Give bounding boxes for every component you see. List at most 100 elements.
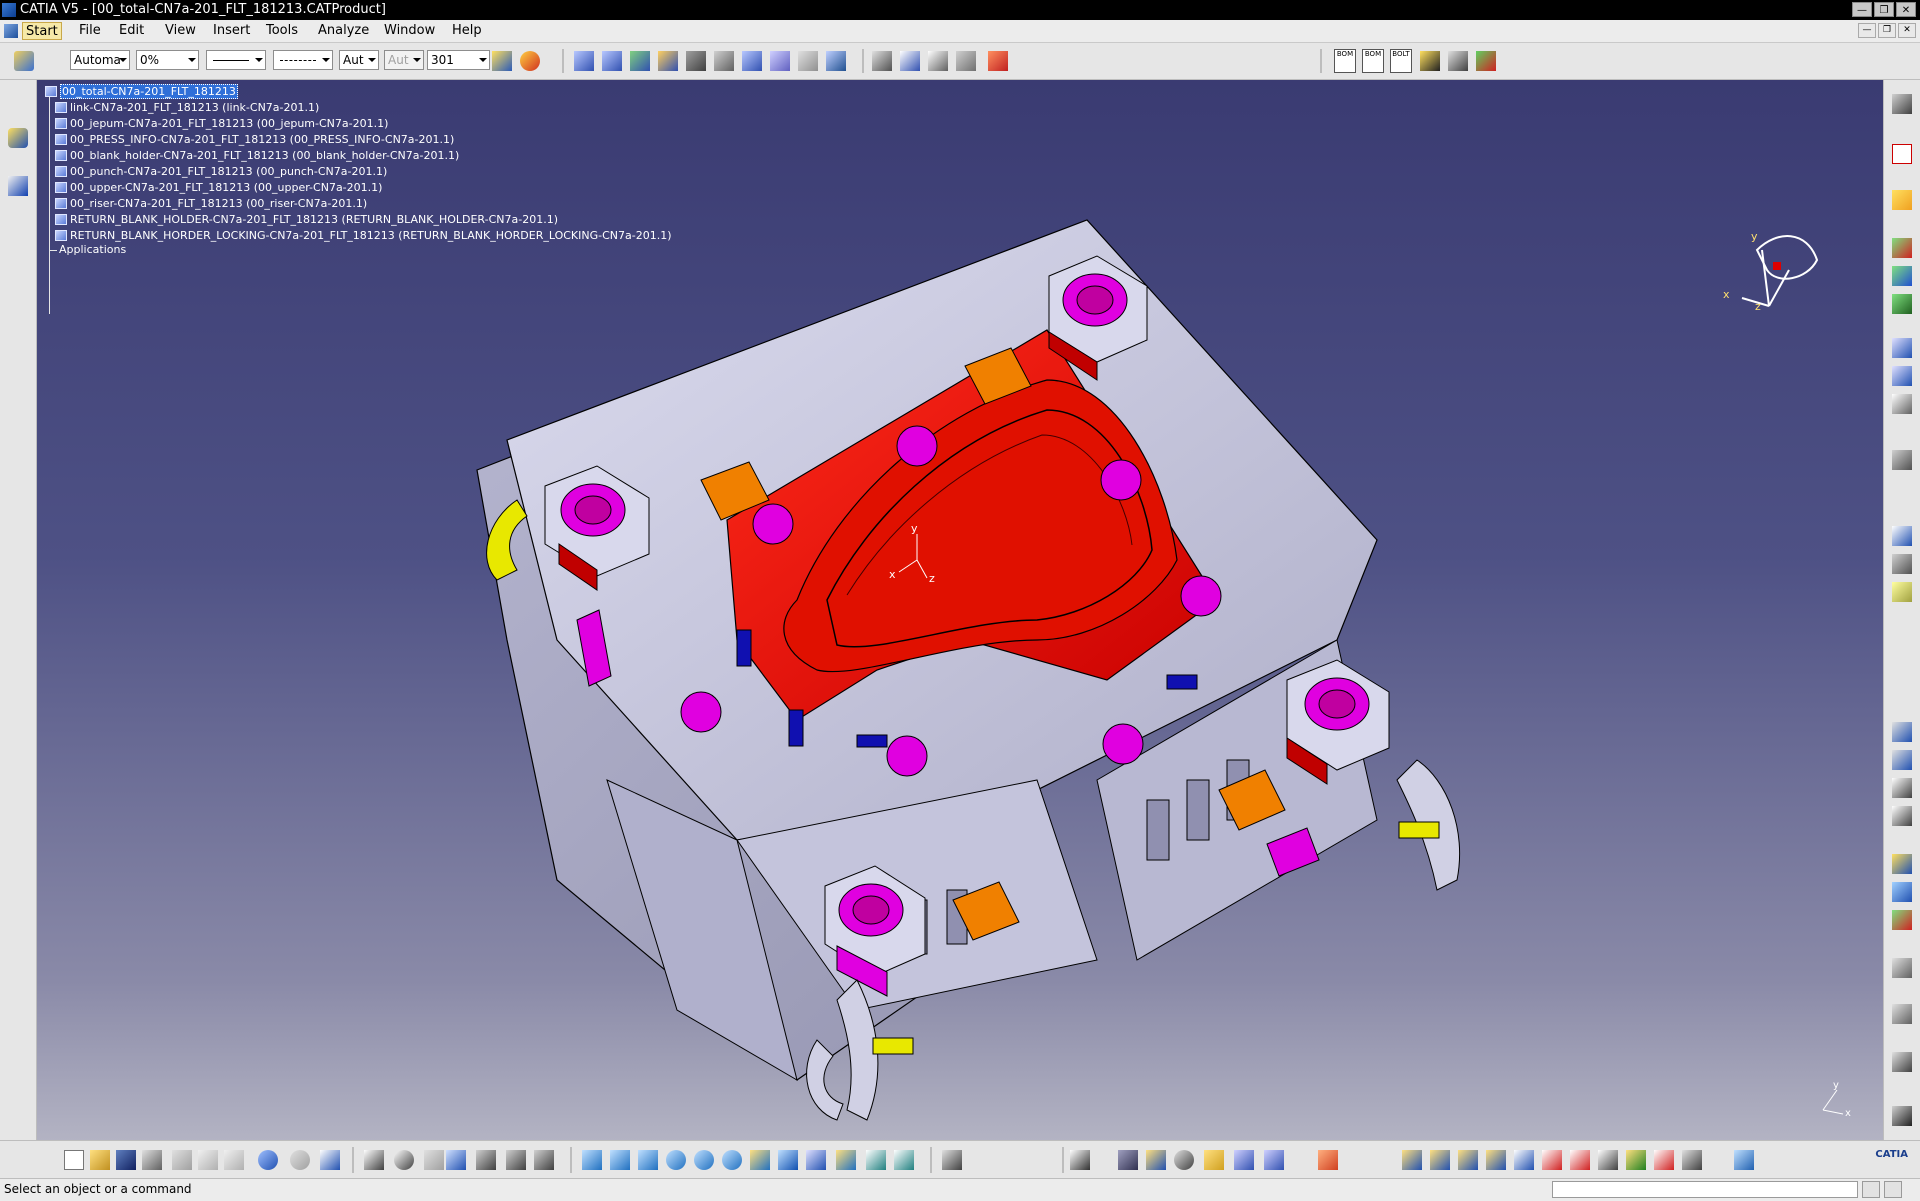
tree-item[interactable]: link-CN7a-201_FLT_181213 (link-CN7a-201.… xyxy=(55,100,319,116)
color-combo[interactable]: Automa xyxy=(70,50,130,70)
catia-app-icon[interactable] xyxy=(2,3,16,17)
linetype-combo[interactable] xyxy=(273,50,333,70)
existing-component-icon[interactable] xyxy=(574,51,594,71)
replace-component-icon[interactable] xyxy=(658,51,678,71)
paste-icon[interactable] xyxy=(224,1150,244,1170)
multi-instantiation-icon[interactable] xyxy=(826,51,846,71)
design-table-icon[interactable] xyxy=(446,1150,466,1170)
section-icon[interactable] xyxy=(1892,554,1912,574)
search-light-icon[interactable] xyxy=(1204,1150,1224,1170)
wireframe-icon[interactable] xyxy=(1458,1150,1478,1170)
swirl-icon[interactable] xyxy=(1892,1004,1912,1024)
tree-item[interactable]: 00_upper-CN7a-201_FLT_181213 (00_upper-C… xyxy=(55,180,382,196)
spring-icon[interactable] xyxy=(1892,1052,1912,1072)
status-button[interactable] xyxy=(1862,1181,1880,1198)
product-tree-icon[interactable] xyxy=(1892,366,1912,386)
update-icon[interactable] xyxy=(8,128,28,148)
sketch-grid-icon[interactable] xyxy=(1318,1150,1338,1170)
normal-view-icon[interactable] xyxy=(750,1150,770,1170)
lock-icon[interactable] xyxy=(506,1150,526,1170)
flag-note-icon[interactable] xyxy=(928,51,948,71)
rendering-style-combo[interactable]: Aut xyxy=(384,50,424,70)
point-symbol-combo[interactable]: Aut xyxy=(339,50,379,70)
iso-view-icon[interactable] xyxy=(806,1150,826,1170)
menu-insert[interactable]: Insert xyxy=(210,22,253,40)
copy-icon[interactable] xyxy=(198,1150,218,1170)
explode-icon[interactable] xyxy=(742,51,762,71)
split-icon[interactable] xyxy=(1542,1150,1562,1170)
power-input-field[interactable] xyxy=(1552,1181,1858,1198)
product-structure-icon[interactable] xyxy=(14,51,34,71)
doc-restore-button[interactable]: ❐ xyxy=(1878,23,1896,38)
status-button[interactable] xyxy=(1884,1181,1902,1198)
rotate-icon[interactable] xyxy=(666,1150,686,1170)
zoom-in-icon[interactable] xyxy=(694,1150,714,1170)
rigid-icon[interactable] xyxy=(1892,882,1912,902)
select-arrow-icon[interactable] xyxy=(1892,190,1912,210)
whats-this-icon[interactable] xyxy=(320,1150,340,1170)
menu-view[interactable]: View xyxy=(162,22,199,40)
camera-icon[interactable] xyxy=(1892,1106,1912,1126)
redo-icon[interactable] xyxy=(290,1150,310,1170)
assembly-tool-icon[interactable] xyxy=(1070,1150,1090,1170)
save-icon[interactable] xyxy=(116,1150,136,1170)
part-design-icon[interactable] xyxy=(1146,1150,1166,1170)
layer-combo[interactable]: 301 xyxy=(427,50,490,70)
scene-icon[interactable] xyxy=(1892,958,1912,978)
swap-visible-space-icon[interactable] xyxy=(894,1150,914,1170)
generate-numbering-icon[interactable] xyxy=(1892,910,1912,930)
tree-item[interactable]: 00_riser-CN7a-201_FLT_181213 (00_riser-C… xyxy=(55,196,367,212)
bom-table-icon[interactable]: BOM xyxy=(1362,49,1384,73)
manipulation-icon[interactable] xyxy=(686,51,706,71)
fit-all-icon[interactable] xyxy=(610,1150,630,1170)
undo-icon[interactable] xyxy=(258,1150,278,1170)
catalog-icon[interactable] xyxy=(1892,338,1912,358)
grid-tool-icon[interactable] xyxy=(1234,1150,1254,1170)
minimize-button[interactable]: — xyxy=(1852,2,1872,17)
wheel-icon[interactable] xyxy=(1174,1150,1194,1170)
save-management-icon[interactable] xyxy=(1420,51,1440,71)
painter-icon[interactable] xyxy=(492,51,512,71)
pan-icon[interactable] xyxy=(638,1150,658,1170)
cube-fit-icon[interactable] xyxy=(1892,750,1912,770)
tree-item[interactable]: RETURN_BLANK_HORDER_LOCKING-CN7a-201_FLT… xyxy=(55,228,672,244)
new-product-icon[interactable] xyxy=(602,51,622,71)
shading-icon[interactable] xyxy=(836,1150,856,1170)
generative-icon[interactable] xyxy=(1402,1150,1422,1170)
trim-icon[interactable] xyxy=(1570,1150,1590,1170)
doc-minimize-button[interactable]: — xyxy=(1858,23,1876,38)
annotation-text-icon[interactable] xyxy=(900,51,920,71)
doc-close-button[interactable]: ✕ xyxy=(1898,23,1916,38)
line-thickness-combo[interactable] xyxy=(206,50,266,70)
document-page-icon[interactable] xyxy=(1892,778,1912,798)
eraser-icon[interactable] xyxy=(1734,1150,1754,1170)
menu-tools[interactable]: Tools xyxy=(263,22,301,40)
new-part-icon[interactable] xyxy=(630,51,650,71)
view-annotation-icon[interactable] xyxy=(956,51,976,71)
bolt-list-icon[interactable]: BOLT xyxy=(1390,49,1412,73)
shape-design-icon[interactable] xyxy=(1430,1150,1450,1170)
reorder-icon[interactable] xyxy=(798,51,818,71)
menu-help[interactable]: Help xyxy=(449,22,485,40)
zoom-out-icon[interactable] xyxy=(722,1150,742,1170)
list-icon[interactable] xyxy=(534,1150,554,1170)
menu-file[interactable]: File xyxy=(76,22,104,40)
catalog-browser-icon[interactable] xyxy=(476,1150,496,1170)
pdf-icon[interactable] xyxy=(1892,144,1912,164)
tree-item[interactable]: 00_punch-CN7a-201_FLT_181213 (00_punch-C… xyxy=(55,164,387,180)
constraint-icon[interactable] xyxy=(872,51,892,71)
tree-item[interactable]: 00_jepum-CN7a-201_FLT_181213 (00_jepum-C… xyxy=(55,116,388,132)
tree-item[interactable]: 00_PRESS_INFO-CN7a-201_FLT_181213 (00_PR… xyxy=(55,132,454,148)
new-icon[interactable] xyxy=(64,1150,84,1170)
properties-list-icon[interactable] xyxy=(1892,394,1912,414)
tree-item[interactable]: 00_blank_holder-CN7a-201_FLT_181213 (00_… xyxy=(55,148,459,164)
fill-icon[interactable] xyxy=(1626,1150,1646,1170)
menu-analyze[interactable]: Analyze xyxy=(315,22,372,40)
formula-icon[interactable] xyxy=(364,1150,384,1170)
flexible-icon[interactable] xyxy=(1892,854,1912,874)
transform-icon[interactable] xyxy=(1682,1150,1702,1170)
insert-product-icon[interactable] xyxy=(1892,266,1912,286)
print-icon[interactable] xyxy=(142,1150,162,1170)
workbench-icon[interactable] xyxy=(1264,1150,1284,1170)
cut-icon[interactable] xyxy=(172,1150,192,1170)
